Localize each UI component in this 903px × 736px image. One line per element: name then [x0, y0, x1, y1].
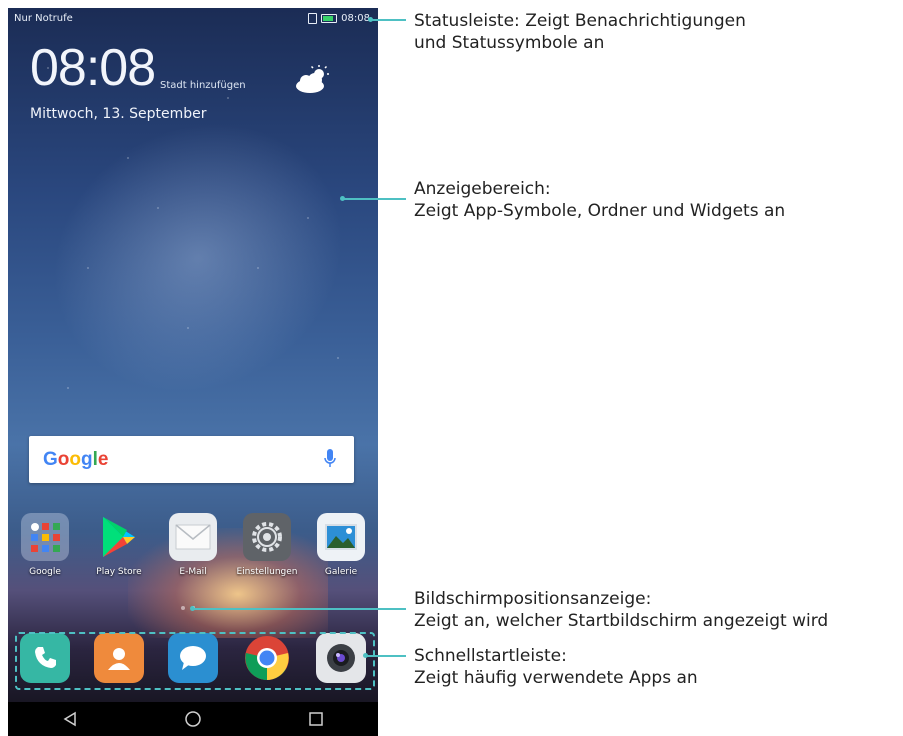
mail-icon — [169, 513, 217, 561]
app-label: Play Store — [96, 567, 142, 577]
app-icon-row: Google Play Store E-Mail Einstellungen G… — [8, 513, 378, 577]
navigation-bar — [8, 702, 378, 736]
app-settings[interactable]: Einstellungen — [236, 513, 298, 577]
recents-icon[interactable] — [306, 709, 326, 729]
chrome-icon[interactable] — [242, 633, 292, 683]
phone-icon[interactable] — [20, 632, 70, 683]
annotation-page-indicator: Bildschirmpositionsanzeige: Zeigt an, we… — [414, 588, 828, 632]
app-google-folder[interactable]: Google — [14, 513, 76, 577]
app-email[interactable]: E-Mail — [162, 513, 224, 577]
annotation-text: Zeigt häufig verwendete Apps an — [414, 668, 698, 688]
annotation-title: Statusleiste: Zeigt Benachrichtigungen — [414, 11, 746, 31]
leader-line-status — [372, 19, 406, 21]
leader-line-indicator — [194, 608, 406, 610]
app-label: Galerie — [324, 567, 358, 577]
sim-icon — [308, 13, 318, 24]
annotation-display-area: Anzeigebereich: Zeigt App-Symbole, Ordne… — [414, 178, 785, 222]
google-search-bar[interactable]: Google — [29, 436, 354, 483]
app-gallery[interactable]: Galerie — [310, 513, 372, 577]
play-store-icon — [95, 513, 143, 561]
app-label: E-Mail — [179, 567, 207, 577]
status-bar: Nur Notrufe 08:08 — [8, 8, 378, 30]
app-play-store[interactable]: Play Store — [88, 513, 150, 577]
app-label: Google — [29, 567, 61, 577]
phone-screen: Nur Notrufe 08:08 08:08 Stadt hinzufügen… — [8, 8, 378, 736]
leader-line-dock — [367, 655, 406, 657]
annotation-text: und Statussymbole an — [414, 33, 605, 53]
annotation-text: Zeigt App-Symbole, Ordner und Widgets an — [414, 201, 786, 221]
annotation-title: Schnellstartleiste: — [414, 646, 567, 666]
app-label: Einstellungen — [236, 567, 298, 577]
wallpaper-milky-way — [8, 70, 378, 446]
gallery-icon — [317, 513, 365, 561]
back-icon[interactable] — [60, 709, 80, 729]
status-time: 08:08 — [341, 13, 370, 24]
folder-icon — [21, 513, 69, 561]
annotation-statusbar: Statusleiste: Zeigt Benachrichtigungen u… — [414, 10, 746, 54]
camera-icon[interactable] — [316, 632, 366, 683]
status-icons: 08:08 — [308, 13, 370, 24]
annotation-title: Anzeigebereich: — [414, 179, 551, 199]
home-icon[interactable] — [183, 709, 203, 729]
contacts-icon[interactable] — [94, 632, 144, 683]
carrier-label: Nur Notrufe — [14, 13, 73, 24]
settings-icon — [243, 513, 291, 561]
dock — [8, 623, 378, 692]
battery-icon — [321, 14, 338, 23]
clock-widget-date: Mittwoch, 13. September — [30, 106, 207, 122]
annotation-title: Bildschirmpositionsanzeige: — [414, 589, 652, 609]
leader-line-display — [344, 198, 406, 200]
add-city-link[interactable]: Stadt hinzufügen — [160, 80, 246, 91]
mic-icon[interactable] — [324, 449, 336, 469]
page-dot — [181, 606, 185, 610]
google-logo: Google — [43, 449, 109, 470]
annotation-text: Zeigt an, welcher Startbildschirm angeze… — [414, 611, 829, 631]
annotation-dock: Schnellstartleiste: Zeigt häufig verwend… — [414, 645, 698, 689]
weather-cloud-sun-icon[interactable] — [292, 64, 332, 96]
clock-widget-time[interactable]: 08:08 — [30, 38, 156, 98]
messages-icon[interactable] — [168, 632, 218, 683]
